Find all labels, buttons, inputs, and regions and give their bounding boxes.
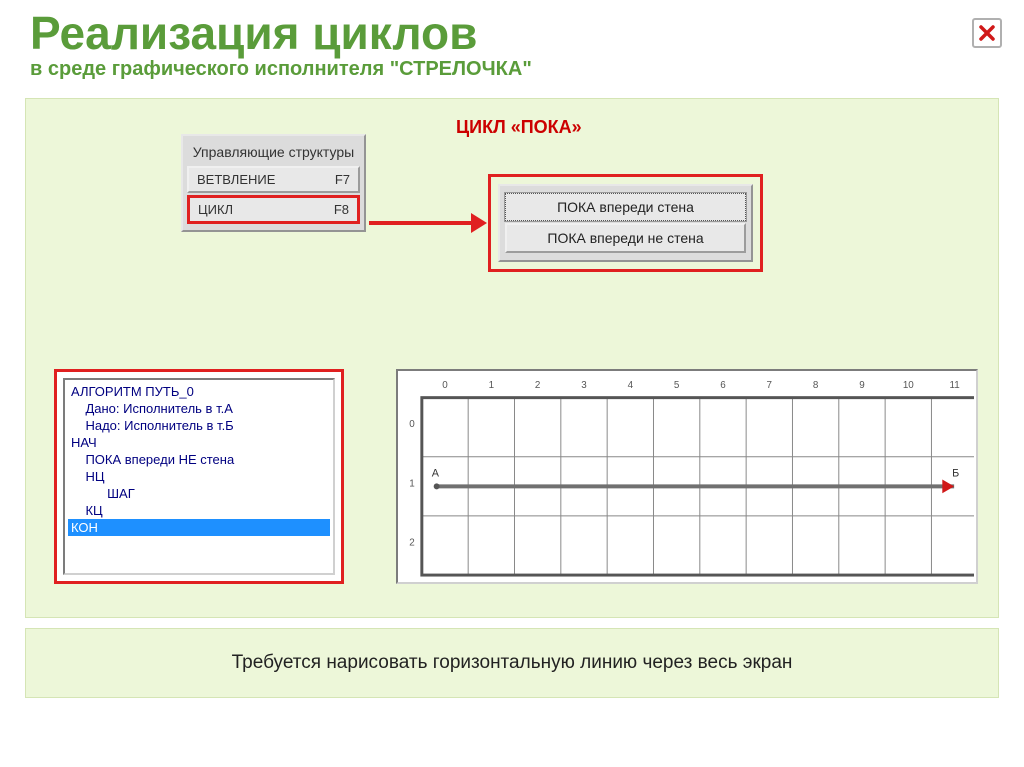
page-title: Реализация циклов [30,10,994,56]
branch-key: F7 [335,172,350,187]
grid-col-label: 8 [813,380,819,391]
code-line[interactable]: КОН [68,519,330,536]
code-line[interactable]: Дано: Исполнитель в т.А [68,400,330,417]
grid-col-label: 2 [535,380,540,391]
header: Реализация циклов в среде графического и… [0,0,1024,86]
grid-row-label: 0 [409,419,415,430]
grid-col-label: 1 [489,380,494,391]
grid-col-label: 7 [767,380,772,391]
cycle-key: F8 [334,202,349,217]
grid-col-label: 3 [581,380,587,391]
arrow-head-icon [471,213,487,233]
control-structures-title: Управляющие структуры [187,140,360,164]
grid-col-label: 0 [442,380,448,391]
main-panel: ЦИКЛ «ПОКА» Управляющие структуры ВЕТВЛЕ… [25,98,999,618]
code-line[interactable]: НЦ [68,468,330,485]
task-description: Требуется нарисовать горизонтальную лини… [232,652,793,674]
grid-col-label: 10 [903,380,914,391]
code-line[interactable]: ШАГ [68,485,330,502]
grid-canvas[interactable]: 0 1 2 3 4 5 6 7 8 9 10 11 0 1 2 А Б [400,373,974,580]
while-no-wall-ahead-button[interactable]: ПОКА впереди не стена [505,223,746,253]
cycle-label: ЦИКЛ [198,202,233,217]
grid-panel: 0 1 2 3 4 5 6 7 8 9 10 11 0 1 2 А Б [396,369,978,584]
while-wall-ahead-button[interactable]: ПОКА впереди стена [505,193,746,221]
branch-label: ВЕТВЛЕНИЕ [197,172,275,187]
point-b-label: Б [952,468,959,480]
grid-col-label: 5 [674,380,680,391]
point-a-label: А [432,468,440,480]
control-structures-panel: Управляющие структуры ВЕТВЛЕНИЕ F7 ЦИКЛ … [181,134,366,232]
code-line[interactable]: АЛГОРИТМ ПУТЬ_0 [68,383,330,400]
arrow-end-icon [942,479,954,493]
branch-button[interactable]: ВЕТВЛЕНИЕ F7 [187,166,360,193]
code-line[interactable]: ПОКА впереди НЕ стена [68,451,330,468]
grid-row-label: 2 [409,538,414,549]
code-listing[interactable]: АЛГОРИТМ ПУТЬ_0 Дано: Исполнитель в т.А … [63,378,335,575]
code-line[interactable]: Надо: Исполнитель в т.Б [68,417,330,434]
close-button[interactable] [972,18,1002,48]
code-line[interactable]: НАЧ [68,434,330,451]
grid-col-label: 4 [628,380,634,391]
grid-row-label: 1 [409,478,414,489]
code-panel: АЛГОРИТМ ПУТЬ_0 Дано: Исполнитель в т.А … [54,369,344,584]
code-line[interactable]: КЦ [68,502,330,519]
while-options-panel: ПОКА впереди стена ПОКА впереди не стена [488,174,763,272]
arrow-line [369,221,474,225]
close-icon [978,24,996,42]
section-title: ЦИКЛ «ПОКА» [456,117,582,138]
point-a-icon [434,483,440,489]
grid-col-label: 6 [720,380,726,391]
grid-col-label: 9 [859,380,865,391]
cycle-button[interactable]: ЦИКЛ F8 [187,195,360,224]
grid-col-label: 11 [950,380,960,391]
page-subtitle: в среде графического исполнителя "СТРЕЛО… [30,58,994,81]
while-options-inner: ПОКА впереди стена ПОКА впереди не стена [498,184,753,262]
bottom-panel: Требуется нарисовать горизонтальную лини… [25,628,999,698]
